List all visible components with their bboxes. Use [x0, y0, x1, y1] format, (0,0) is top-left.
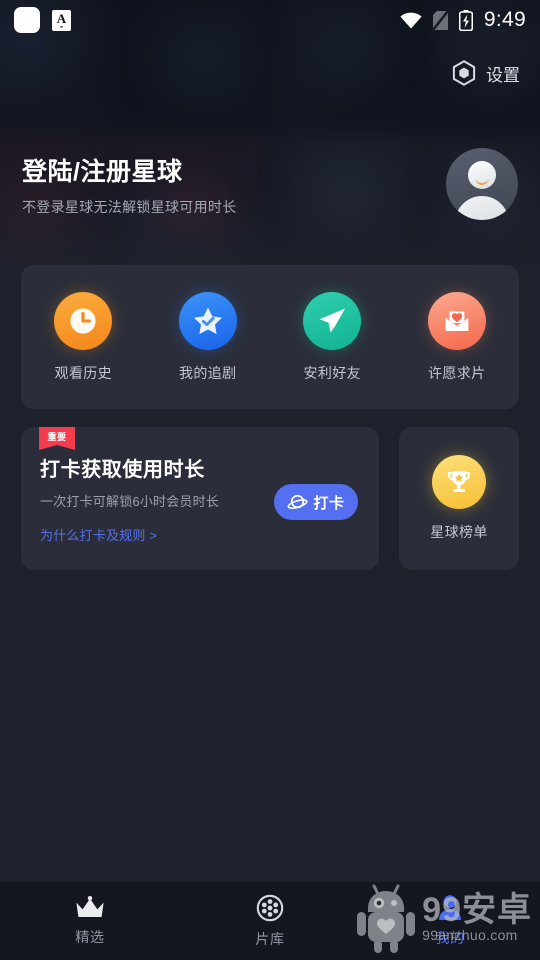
status-bar-indicators: 9:49: [400, 8, 526, 32]
star-check-icon: [193, 307, 222, 334]
settings-button[interactable]: 设置: [451, 60, 520, 86]
account-header[interactable]: 登陆/注册星球 不登录星球无法解锁星球可用时长: [0, 136, 540, 232]
nav-label: 我的: [435, 930, 465, 946]
quick-action-label: 安利好友: [303, 364, 362, 381]
quick-action-watch-history[interactable]: 观看历史: [21, 291, 146, 383]
nav-tab-library[interactable]: 片库: [180, 882, 360, 960]
nav-label: 精选: [75, 928, 105, 945]
envelope-heart-icon: [445, 311, 469, 331]
quick-action-icon-wrap: [427, 291, 486, 350]
wifi-icon: [400, 12, 422, 28]
quick-action-icon-wrap: [178, 291, 237, 350]
notification-square-icon: [14, 7, 40, 33]
avatar-body: [455, 196, 509, 220]
hexagon-gear-icon: [452, 60, 476, 86]
avatar[interactable]: [446, 148, 518, 220]
status-bar-clock: 9:49: [483, 8, 526, 31]
rank-card[interactable]: 星球榜单: [399, 427, 519, 570]
crown-icon: [76, 895, 104, 917]
account-subtitle: 不登录星球无法解锁星球可用时长: [22, 198, 237, 215]
quick-action-label: 我的追剧: [178, 364, 237, 381]
account-text-block: 登陆/注册星球 不登录星球无法解锁星球可用时长: [22, 152, 446, 217]
quick-action-icon-wrap: [54, 291, 113, 350]
app-badge-a-icon: A ▪▪▪: [52, 9, 71, 31]
sim-card-off-icon: [432, 10, 448, 30]
quick-action-my-series[interactable]: 我的追剧: [146, 291, 271, 383]
paper-plane-icon: [319, 308, 346, 332]
nav-tab-mine[interactable]: 我的: [360, 882, 540, 960]
rank-label: 星球榜单: [430, 524, 488, 540]
bottom-navigation: 精选 片库 我的: [0, 882, 540, 960]
quick-action-icon-wrap: [303, 291, 362, 350]
checkin-rules-link[interactable]: 为什么打卡及规则 >: [40, 525, 157, 544]
quick-action-share-friends[interactable]: 安利好友: [270, 291, 395, 383]
nav-label: 片库: [255, 930, 285, 947]
checkin-button-label: 打卡: [313, 494, 345, 512]
account-title: 登陆/注册星球: [22, 157, 183, 186]
checkin-title: 打卡获取使用时长: [40, 459, 205, 481]
trophy-icon: [447, 471, 471, 492]
app-badge-underline: ▪▪▪: [59, 23, 64, 29]
planet-icon: [287, 494, 308, 509]
status-bar: A ▪▪▪ 9:49: [0, 0, 540, 40]
nav-tab-featured[interactable]: 精选: [0, 882, 180, 960]
status-bar-notifications: A ▪▪▪: [14, 7, 71, 33]
film-reel-icon: [256, 894, 284, 921]
person-icon: [439, 895, 461, 920]
important-badge: 重要: [39, 427, 75, 450]
quick-actions-card: 观看历史 我的追剧 安利好友 许愿求片: [21, 265, 519, 409]
quick-action-label: 许愿求片: [427, 364, 486, 381]
settings-label: 设置: [486, 65, 520, 85]
checkin-button[interactable]: 打卡: [274, 484, 358, 520]
app-screen: A ▪▪▪ 9:49 设置 登陆/注册星球 不登录星球无法解锁星球可用时长 观看…: [0, 0, 540, 960]
clock-icon: [70, 307, 96, 334]
quick-action-label: 观看历史: [54, 364, 113, 381]
checkin-subtitle: 一次打卡可解锁6小时会员时长: [40, 494, 220, 509]
battery-charging-icon: [458, 9, 473, 31]
rank-icon-wrap: [432, 455, 486, 509]
app-badge-letter: A: [56, 10, 67, 26]
quick-action-wish-request[interactable]: 许愿求片: [395, 291, 520, 383]
